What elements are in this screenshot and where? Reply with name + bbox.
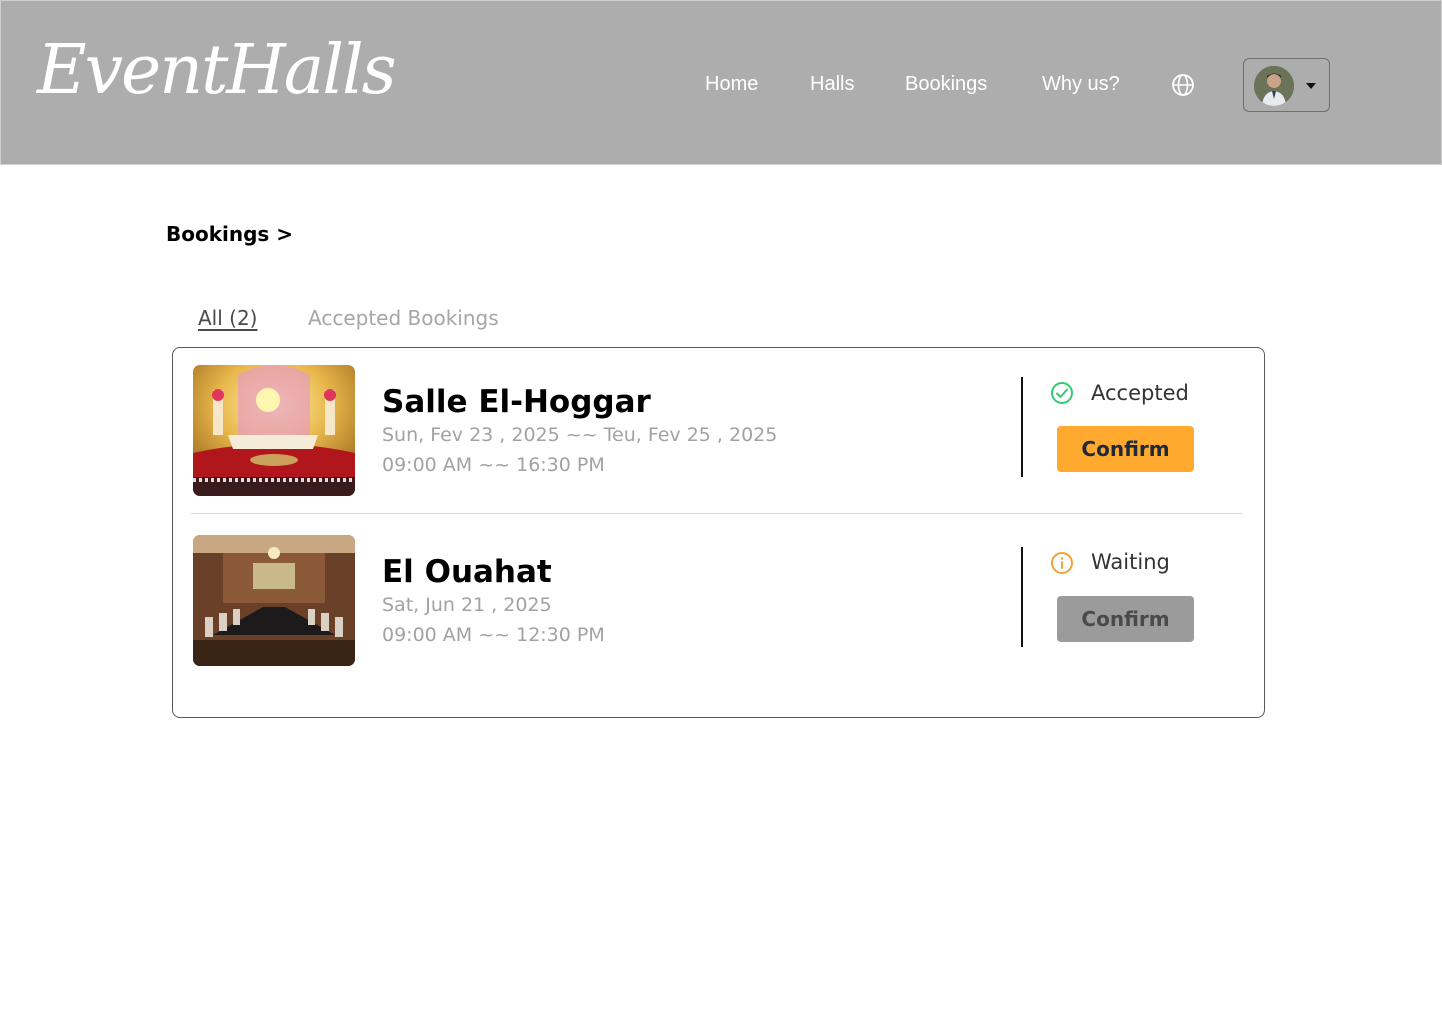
hall-thumbnail[interactable] bbox=[193, 365, 355, 496]
nav-halls[interactable]: Halls bbox=[810, 73, 854, 96]
avatar bbox=[1254, 66, 1294, 106]
chevron-down-icon bbox=[1306, 83, 1316, 89]
confirm-button[interactable]: Confirm bbox=[1057, 426, 1194, 472]
hall-name: Salle El-Hoggar bbox=[382, 384, 651, 420]
breadcrumb[interactable]: Bookings > bbox=[166, 222, 293, 246]
globe-icon[interactable] bbox=[1171, 73, 1195, 97]
info-circle-icon bbox=[1051, 552, 1073, 574]
booking-time: 09:00 AM ~~ 12:30 PM bbox=[382, 624, 605, 646]
nav-bookings[interactable]: Bookings bbox=[905, 73, 987, 96]
tab-all[interactable]: All (2) bbox=[198, 306, 257, 330]
divider bbox=[1021, 547, 1023, 647]
booking-dates: Sun, Fev 23 , 2025 ~~ Teu, Fev 25 , 2025 bbox=[382, 424, 778, 446]
nav-why-us[interactable]: Why us? bbox=[1042, 73, 1120, 96]
hall-name: El Ouahat bbox=[382, 554, 552, 590]
check-circle-icon bbox=[1051, 382, 1073, 404]
row-divider bbox=[191, 513, 1242, 514]
status-label: Waiting bbox=[1091, 550, 1170, 574]
status-label: Accepted bbox=[1091, 381, 1189, 405]
top-header: EventHalls Home Halls Bookings Why us? bbox=[0, 0, 1442, 165]
profile-menu-button[interactable] bbox=[1243, 58, 1330, 112]
booking-dates: Sat, Jun 21 , 2025 bbox=[382, 594, 552, 616]
divider bbox=[1021, 377, 1023, 477]
hall-thumbnail[interactable] bbox=[193, 535, 355, 666]
tab-accepted-bookings[interactable]: Accepted Bookings bbox=[308, 306, 499, 330]
confirm-button[interactable]: Confirm bbox=[1057, 596, 1194, 642]
logo[interactable]: EventHalls bbox=[37, 31, 397, 110]
booking-time: 09:00 AM ~~ 16:30 PM bbox=[382, 454, 605, 476]
nav-home[interactable]: Home bbox=[705, 73, 758, 96]
